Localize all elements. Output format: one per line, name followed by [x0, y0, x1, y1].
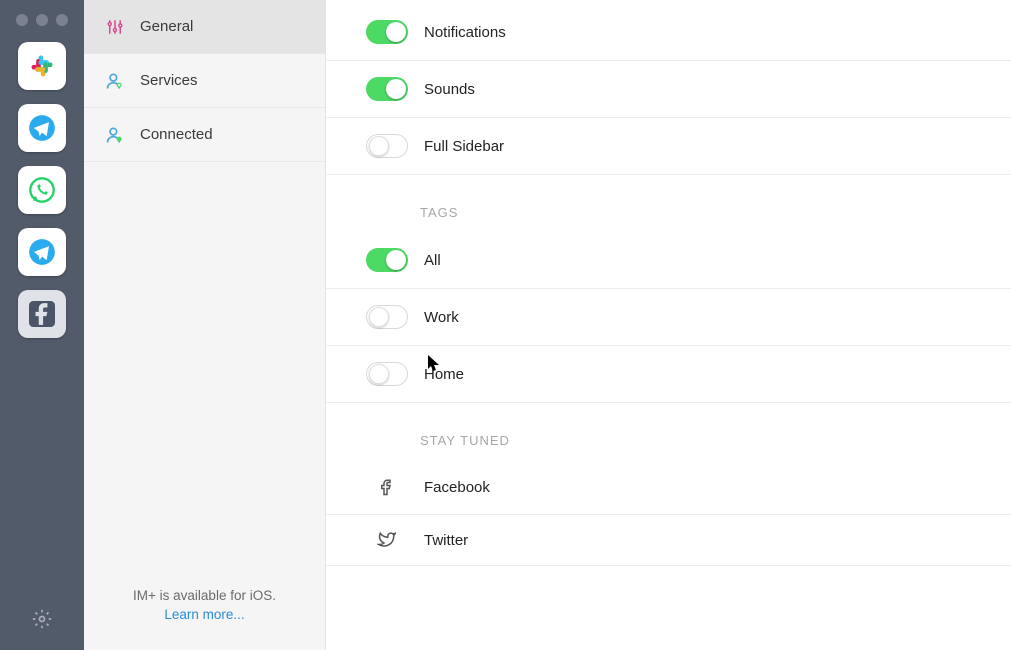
tag-label: All [424, 252, 441, 269]
nav-item-connected[interactable]: Connected [84, 108, 325, 162]
social-row-twitter[interactable]: Twitter [326, 515, 1011, 566]
section-header-stay-tuned: STAY TUNED [326, 403, 1011, 460]
tag-row-all[interactable]: All [326, 232, 1011, 289]
setting-row-sounds[interactable]: Sounds [326, 61, 1011, 118]
tag-row-work[interactable]: Work [326, 289, 1011, 346]
section-header-tags: TAGS [326, 175, 1011, 232]
content-pane: Notifications Sounds Full Sidebar TAGS A… [326, 0, 1011, 650]
app-rail [0, 0, 84, 650]
toggle-tag-all[interactable] [366, 248, 408, 272]
slack-icon [28, 52, 56, 80]
tag-label: Home [424, 366, 464, 383]
rail-app-telegram-2[interactable] [18, 228, 66, 276]
facebook-icon [29, 301, 55, 327]
settings-footer: IM+ is available for iOS. Learn more... [84, 588, 325, 650]
toggle-sounds[interactable] [366, 77, 408, 101]
social-row-facebook[interactable]: Facebook [326, 460, 1011, 515]
setting-row-full-sidebar[interactable]: Full Sidebar [326, 118, 1011, 175]
learn-more-link[interactable]: Learn more... [164, 607, 244, 622]
setting-label: Notifications [424, 24, 506, 41]
social-label: Twitter [424, 532, 468, 549]
setting-label: Sounds [424, 81, 475, 98]
telegram-icon [28, 114, 56, 142]
toggle-full-sidebar[interactable] [366, 134, 408, 158]
tag-label: Work [424, 309, 459, 326]
rail-app-whatsapp[interactable] [18, 166, 66, 214]
setting-label: Full Sidebar [424, 138, 504, 155]
toggle-notifications[interactable] [366, 20, 408, 44]
gear-icon [32, 609, 52, 629]
user-check-icon [104, 125, 126, 145]
toggle-tag-home[interactable] [366, 362, 408, 386]
nav-label: Services [140, 72, 198, 89]
settings-gear-button[interactable] [32, 609, 52, 634]
close-dot[interactable] [16, 14, 28, 26]
social-label: Facebook [424, 479, 490, 496]
minimize-dot[interactable] [36, 14, 48, 26]
facebook-icon [366, 476, 408, 498]
tag-row-home[interactable]: Home [326, 346, 1011, 403]
maximize-dot[interactable] [56, 14, 68, 26]
sliders-icon [104, 18, 126, 36]
footer-text: IM+ is available for iOS. [94, 588, 315, 603]
nav-label: General [140, 18, 193, 35]
twitter-icon [366, 531, 408, 549]
whatsapp-icon [28, 176, 56, 204]
nav-label: Connected [140, 126, 213, 143]
settings-nav: General Services Connected IM+ is availa… [84, 0, 326, 650]
rail-app-facebook[interactable] [18, 290, 66, 338]
telegram-icon [28, 238, 56, 266]
rail-app-telegram[interactable] [18, 104, 66, 152]
rail-app-slack[interactable] [18, 42, 66, 90]
window-controls[interactable] [0, 0, 84, 36]
toggle-tag-work[interactable] [366, 305, 408, 329]
nav-item-general[interactable]: General [84, 0, 325, 54]
setting-row-notifications[interactable]: Notifications [326, 0, 1011, 61]
user-plus-icon [104, 71, 126, 91]
nav-item-services[interactable]: Services [84, 54, 325, 108]
